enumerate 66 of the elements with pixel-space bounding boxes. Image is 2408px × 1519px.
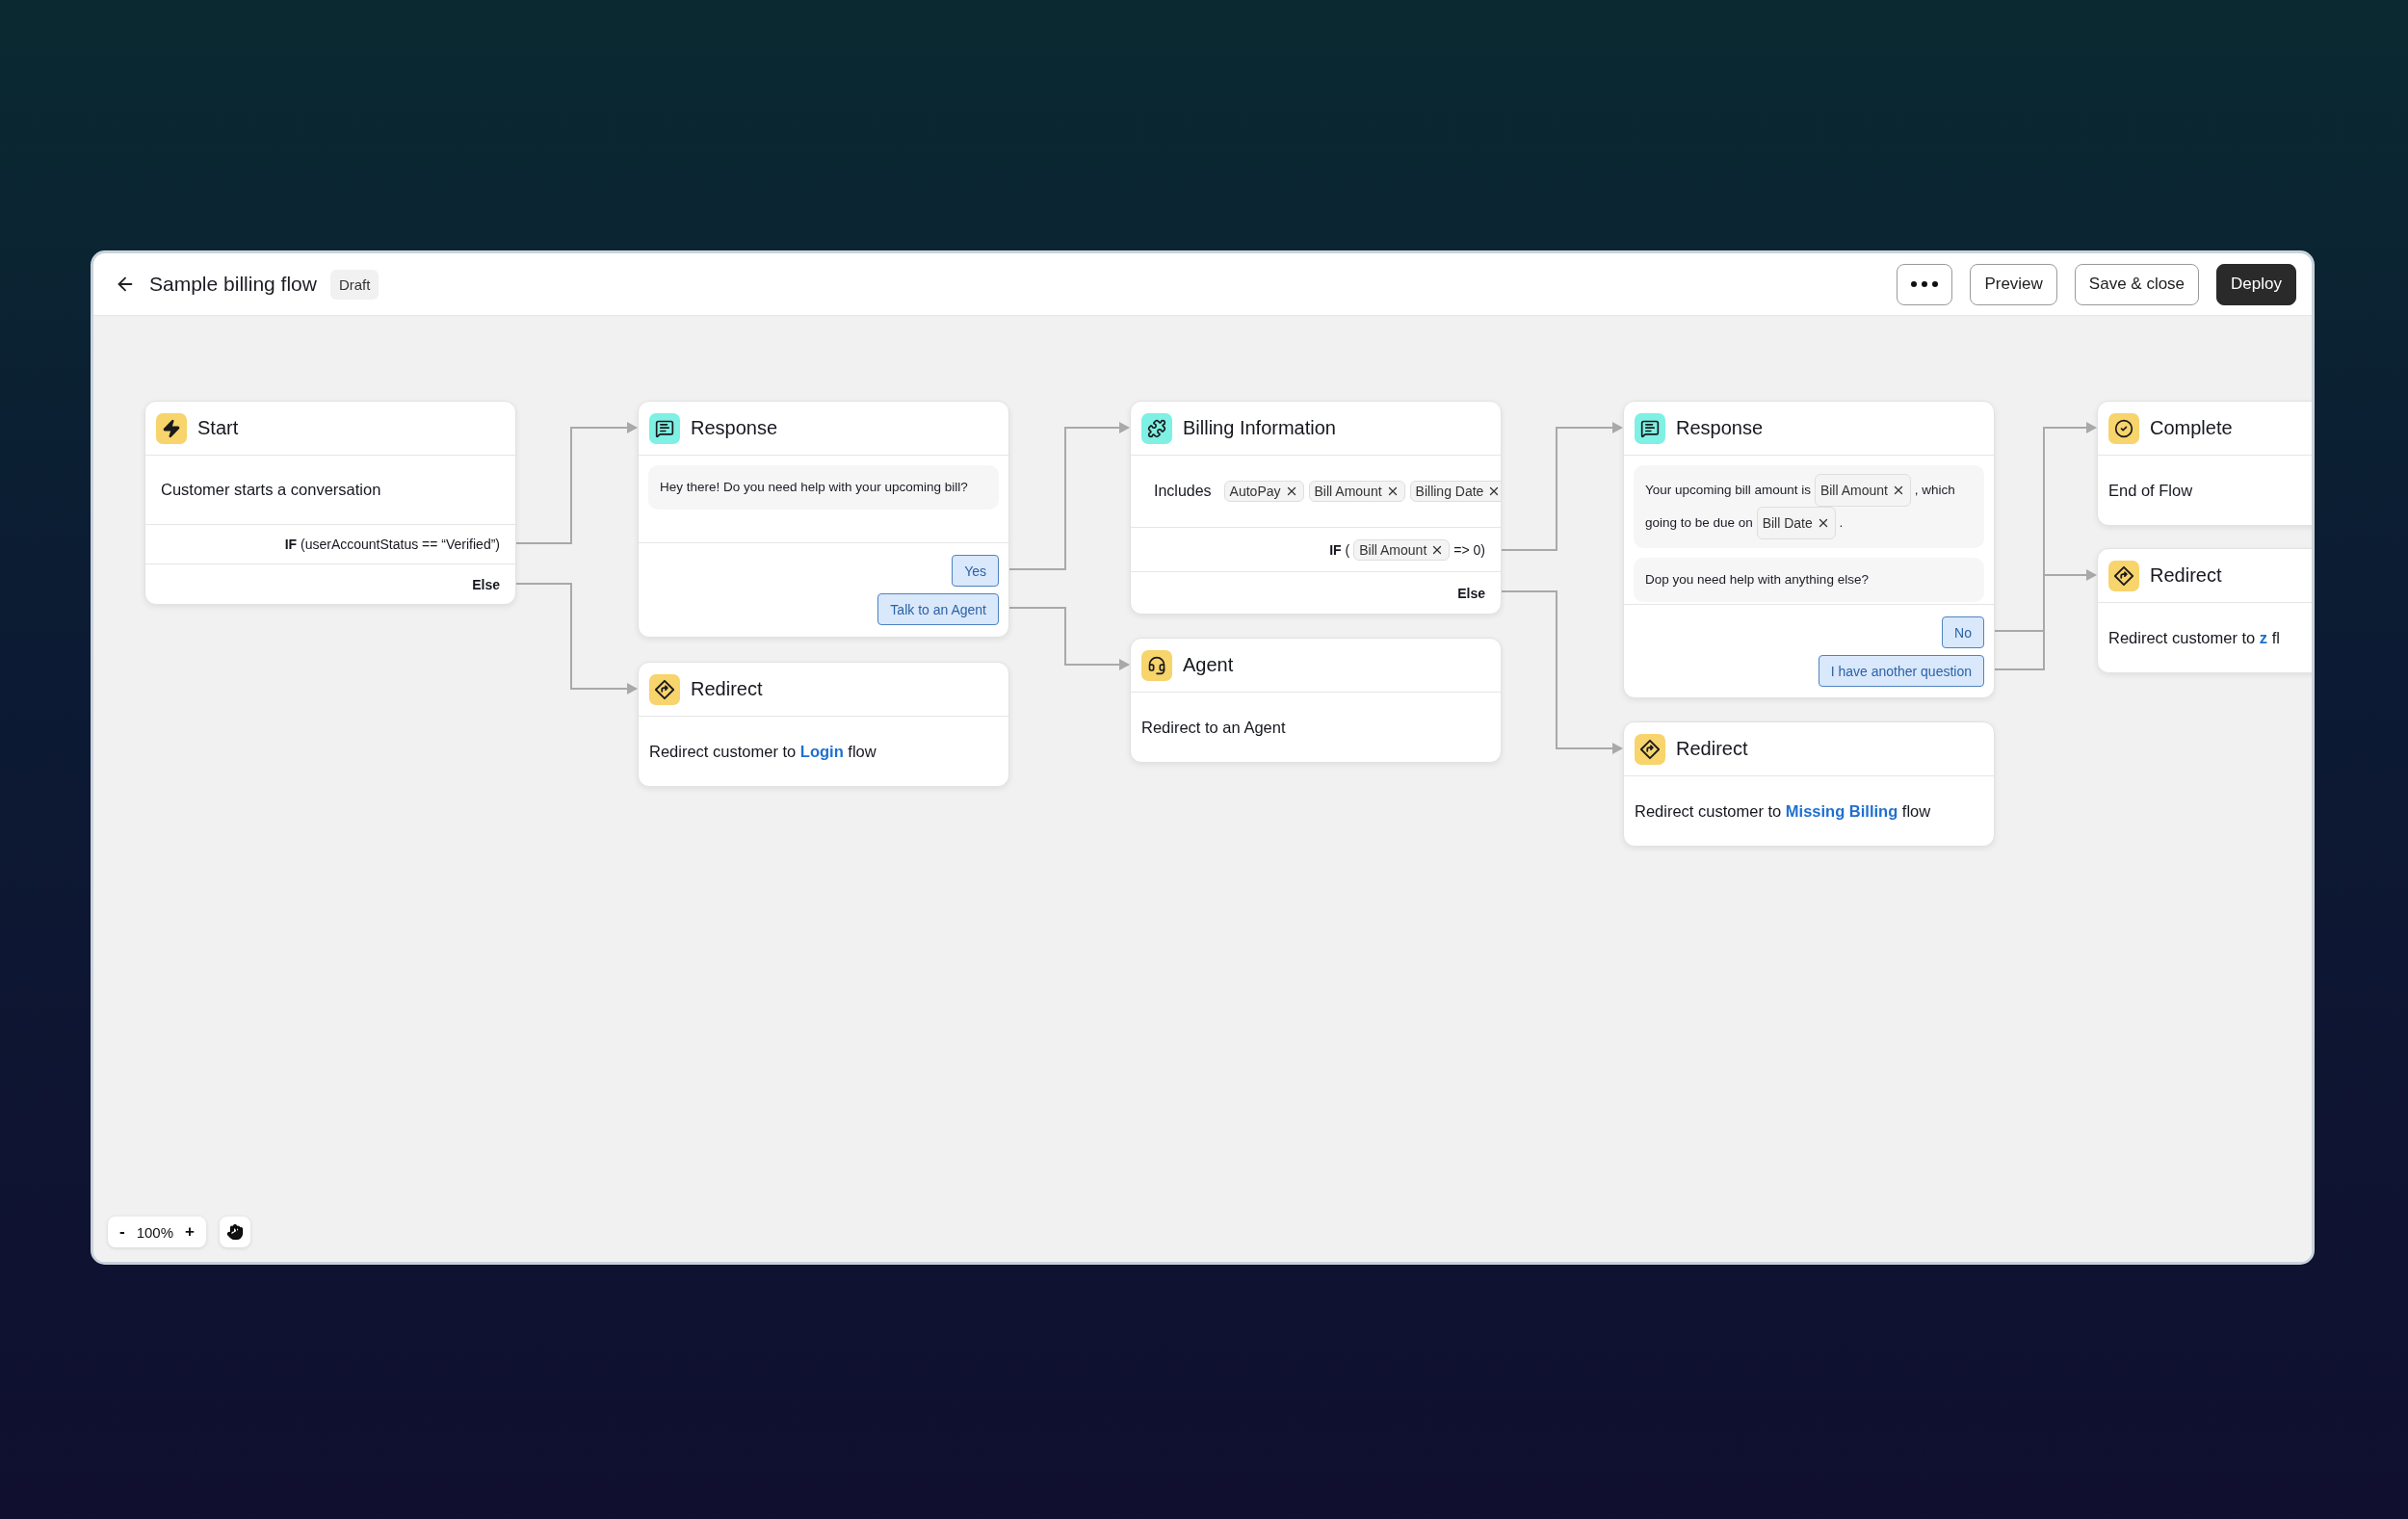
node-title: Start	[197, 417, 239, 439]
message-bubble: Your upcoming bill amount is Bill Amount , which going to be due on Bill Date .	[1634, 465, 1984, 548]
flow-node-card[interactable]: Redirect Redirect customer to z fl	[2097, 548, 2312, 673]
flow-link[interactable]: Missing Billing	[1785, 801, 1898, 820]
flow-node-card[interactable]: Complete End of Flow	[2097, 401, 2312, 526]
tag-chip[interactable]: Bill Amount	[1814, 474, 1911, 507]
zoom-in-button[interactable]: +	[185, 1222, 195, 1242]
more-options-button[interactable]	[1897, 263, 1953, 305]
node-description: Redirect customer to z fl	[2108, 628, 2280, 647]
deploy-button[interactable]: Deploy	[2216, 263, 2296, 305]
header-button[interactable]: Save & close	[2074, 263, 2200, 305]
message-icon	[1640, 418, 1660, 438]
flow-node-card[interactable]: Redirect Redirect customer to Login flow	[638, 662, 1009, 787]
tag-chip[interactable]: Bill Amount	[1353, 538, 1451, 561]
node-description: End of Flow	[2108, 481, 2193, 500]
headset-icon	[1147, 655, 1166, 675]
node-title: Complete	[2150, 417, 2233, 439]
node-title: Redirect	[1676, 738, 1748, 760]
redirect-sign-icon	[654, 678, 675, 700]
if-condition: IF (userAccountStatus == “Verified”)	[284, 537, 500, 552]
node-description: Redirect customer to Missing Billing flow	[1635, 801, 1931, 821]
node-title: Response	[691, 417, 778, 439]
flow-node-card[interactable]: Response Hey there! Do you need help with your upcoming bill? Yes Talk to an Agent	[638, 401, 1009, 638]
flow-node-card[interactable]: Agent Redirect to an Agent	[1130, 638, 1502, 763]
tag-chip[interactable]: AutoPay	[1223, 481, 1304, 502]
pan-tool-button[interactable]	[220, 1217, 250, 1247]
node-title: Agent	[1183, 654, 1234, 676]
check-circle-icon	[2114, 418, 2133, 438]
zoom-out-button[interactable]: -	[119, 1222, 125, 1242]
redirect-sign-icon	[1639, 738, 1661, 760]
node-title: Redirect	[691, 678, 763, 700]
flow-node-card[interactable]: Response Your upcoming bill amount is Bill Amount , which going to be due on Bill Date . Dop you need help with anything else? No I have another question	[1623, 401, 1995, 698]
flow-link[interactable]: z	[2259, 628, 2268, 646]
tag-chip[interactable]: Bill Date	[1756, 507, 1836, 539]
quick-reply-button[interactable]: I have another question	[1818, 655, 1984, 687]
if-condition: IF ( Bill Amount => 0)	[1329, 538, 1485, 561]
flow-node-card[interactable]: Start Customer starts a conversation IF (userAccountStatus == “Verified”) Else	[144, 401, 516, 605]
quick-reply-button[interactable]: Yes	[952, 555, 999, 587]
flow-node-card[interactable]: Billing Information Includes AutoPay Bill Amount Billing Date IF ( Bill Amount => 0) Else	[1130, 401, 1502, 615]
node-description: Redirect to an Agent	[1141, 718, 1286, 737]
header-button[interactable]: Preview	[1970, 263, 2057, 305]
zoom-level: 100%	[136, 1223, 174, 1241]
remove-icon[interactable]	[1487, 485, 1501, 498]
puzzle-icon	[1147, 418, 1166, 438]
hand-icon	[226, 1223, 244, 1241]
quick-reply-button[interactable]: Talk to an Agent	[877, 593, 999, 625]
flow-node-card[interactable]: Redirect Redirect customer to Missing Billing flow	[1623, 721, 1995, 847]
else-branch: Else	[472, 576, 500, 592]
status-badge: Draft	[329, 269, 380, 300]
quick-reply-button[interactable]: No	[1942, 616, 1984, 648]
redirect-sign-icon	[2113, 564, 2134, 587]
message-bubble: Dop you need help with anything else?	[1634, 558, 1984, 602]
node-title: Billing Information	[1183, 417, 1336, 439]
node-description: Customer starts a conversation	[161, 481, 381, 499]
lightning-icon	[162, 418, 181, 438]
tag-chip[interactable]: Bill Amount	[1308, 481, 1405, 502]
node-title: Redirect	[2150, 564, 2222, 587]
flow-title: Sample billing flow	[149, 273, 317, 296]
tag-chip[interactable]: Billing Date	[1409, 481, 1501, 502]
flow-link[interactable]: Login	[799, 742, 844, 760]
includes-label: Includes	[1154, 483, 1212, 500]
else-branch: Else	[1457, 585, 1485, 601]
node-description: Redirect customer to Login flow	[649, 742, 877, 761]
node-title: Response	[1676, 417, 1764, 439]
message-bubble: Hey there! Do you need help with your upcoming bill?	[648, 465, 999, 510]
message-icon	[655, 418, 674, 438]
